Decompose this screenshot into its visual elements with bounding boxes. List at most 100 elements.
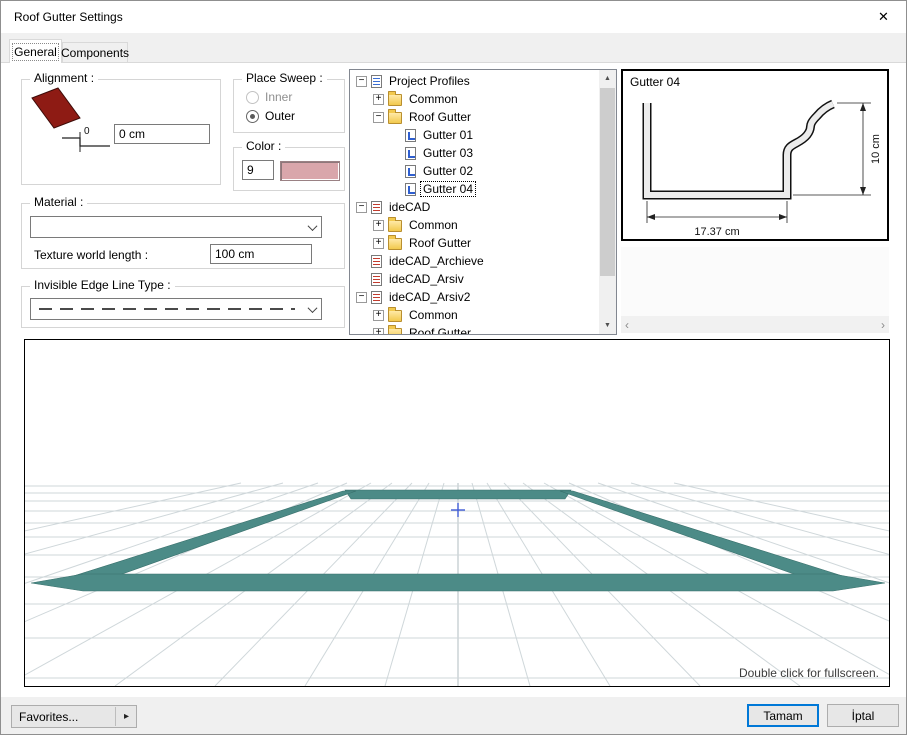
- favorites-button[interactable]: Favorites... ▸: [11, 705, 137, 728]
- scroll-down-icon[interactable]: ▼: [599, 317, 616, 334]
- invisible-edge-group: Invisible Edge Line Type :: [21, 286, 345, 328]
- tree-item[interactable]: − Project Profiles: [350, 72, 599, 90]
- tab-general[interactable]: General: [9, 39, 62, 63]
- radio-outer-icon[interactable]: [246, 110, 259, 123]
- invisible-edge-select[interactable]: [30, 298, 322, 320]
- tree-item[interactable]: − ideCAD: [350, 198, 599, 216]
- tree-item[interactable]: + Roof Gutter: [350, 324, 599, 334]
- gutter-far-rail: [345, 490, 571, 499]
- cancel-button[interactable]: İptal: [827, 704, 899, 727]
- offset-dim-label: 0: [84, 126, 90, 137]
- width-dimension-label: 17.37 cm: [694, 226, 739, 238]
- close-button[interactable]: ✕: [861, 1, 906, 33]
- tab-components-label: Components: [61, 46, 129, 60]
- footer-bar: Favorites... ▸ Tamam İptal: [1, 697, 906, 734]
- tree-item-label: Gutter 04: [421, 182, 475, 196]
- collapse-icon[interactable]: −: [373, 112, 384, 123]
- tree-item-label: Gutter 02: [421, 164, 475, 178]
- title-bar: Roof Gutter Settings ✕: [1, 1, 906, 33]
- tree-item-label: Common: [407, 308, 460, 322]
- tree-item[interactable]: − Roof Gutter: [350, 108, 599, 126]
- dimension-arrows: [647, 103, 866, 220]
- menu-arrow-icon: ▸: [115, 707, 129, 726]
- library-document-icon: [371, 255, 382, 268]
- tree-item[interactable]: + Common: [350, 306, 599, 324]
- gutter-profile-icon: [405, 183, 416, 196]
- dimension-lines: [647, 103, 871, 223]
- preview-horizontal-scrollbar[interactable]: ‹ ›: [621, 316, 889, 333]
- tree-item-label: Roof Gutter: [407, 326, 473, 334]
- expand-icon[interactable]: +: [373, 238, 384, 249]
- cancel-button-label: İptal: [852, 709, 875, 723]
- tree-item[interactable]: ideCAD_Archieve: [350, 252, 599, 270]
- expand-icon[interactable]: +: [373, 94, 384, 105]
- gutter-right-rail: [560, 491, 849, 578]
- material-label: Material :: [30, 195, 87, 209]
- radio-outer-label: Outer: [265, 109, 295, 123]
- collapse-icon[interactable]: −: [356, 292, 367, 303]
- expand-icon[interactable]: +: [373, 220, 384, 231]
- radio-inner-icon[interactable]: [246, 91, 259, 104]
- tree-item[interactable]: Gutter 03: [350, 144, 599, 162]
- gutter-profile-icon: [405, 129, 416, 142]
- preview-list-panel: ‹ ›: [621, 247, 889, 333]
- scroll-right-icon[interactable]: ›: [877, 318, 889, 332]
- tab-components[interactable]: Components: [62, 42, 128, 63]
- material-group: Material : Texture world length :: [21, 203, 345, 269]
- place-sweep-group: Place Sweep : Inner Outer: [233, 79, 345, 133]
- gutter-3d-viewport[interactable]: Double click for fullscreen.: [24, 339, 890, 687]
- tree-item[interactable]: ideCAD_Arsiv: [350, 270, 599, 288]
- tab-general-label: General: [14, 45, 57, 59]
- place-sweep-outer-option[interactable]: Outer: [246, 109, 295, 123]
- scrollbar-thumb[interactable]: [600, 88, 615, 276]
- profile-tree[interactable]: − Project Profiles + Common − Roof Gutte…: [349, 69, 617, 335]
- tree-item-label: Gutter 01: [421, 128, 475, 142]
- tree-vertical-scrollbar[interactable]: ▲ ▼: [599, 70, 616, 334]
- tree-item-label: Roof Gutter: [407, 236, 473, 250]
- color-index-input[interactable]: [242, 160, 274, 180]
- fullscreen-hint: Double click for fullscreen.: [739, 666, 879, 680]
- ok-button-label: Tamam: [763, 709, 802, 723]
- tree-item[interactable]: Gutter 01: [350, 126, 599, 144]
- profile-fill: [647, 103, 833, 195]
- tree-item[interactable]: + Roof Gutter: [350, 234, 599, 252]
- place-sweep-label: Place Sweep :: [242, 71, 327, 85]
- color-swatch[interactable]: [280, 161, 340, 181]
- roof-slope-shape: [32, 88, 80, 128]
- roof-gutter-settings-dialog: Roof Gutter Settings ✕ General Component…: [0, 0, 907, 735]
- folder-icon: [388, 238, 402, 250]
- scroll-up-icon[interactable]: ▲: [599, 70, 616, 87]
- place-sweep-inner-option[interactable]: Inner: [246, 90, 292, 104]
- collapse-icon[interactable]: −: [356, 202, 367, 213]
- chevron-down-icon: [303, 299, 321, 319]
- ok-button[interactable]: Tamam: [747, 704, 819, 727]
- offset-step-line: [62, 138, 110, 146]
- gutter-near-rail: [31, 574, 885, 591]
- tree-item[interactable]: + Common: [350, 90, 599, 108]
- gutter-profile-icon: [405, 165, 416, 178]
- expand-icon[interactable]: +: [373, 328, 384, 335]
- tree-item-selected[interactable]: Gutter 04: [350, 180, 599, 198]
- dashed-line-sample: [39, 308, 295, 310]
- tree-item[interactable]: + Common: [350, 216, 599, 234]
- folder-icon: [388, 94, 402, 106]
- gutter-left-rail: [67, 491, 356, 578]
- tree-item[interactable]: − ideCAD_Arsiv2: [350, 288, 599, 306]
- profile-preview-panel: Gutter 04 10 cm 17.37 cm: [621, 69, 889, 241]
- texture-length-input[interactable]: [210, 244, 312, 264]
- tree-item-label: ideCAD_Arsiv2: [387, 290, 472, 304]
- material-select[interactable]: [30, 216, 322, 238]
- folder-icon: [388, 220, 402, 232]
- scroll-left-icon[interactable]: ‹: [621, 318, 633, 332]
- alignment-offset-input[interactable]: [114, 124, 210, 144]
- library-document-icon: [371, 291, 382, 304]
- profile-tree-rows: − Project Profiles + Common − Roof Gutte…: [350, 72, 599, 334]
- collapse-icon[interactable]: −: [356, 76, 367, 87]
- tree-item-label: Common: [407, 218, 460, 232]
- color-group: Color :: [233, 147, 345, 191]
- library-document-icon: [371, 201, 382, 214]
- tree-item[interactable]: Gutter 02: [350, 162, 599, 180]
- alignment-label: Alignment :: [30, 71, 98, 85]
- expand-icon[interactable]: +: [373, 310, 384, 321]
- tree-item-label: Common: [407, 92, 460, 106]
